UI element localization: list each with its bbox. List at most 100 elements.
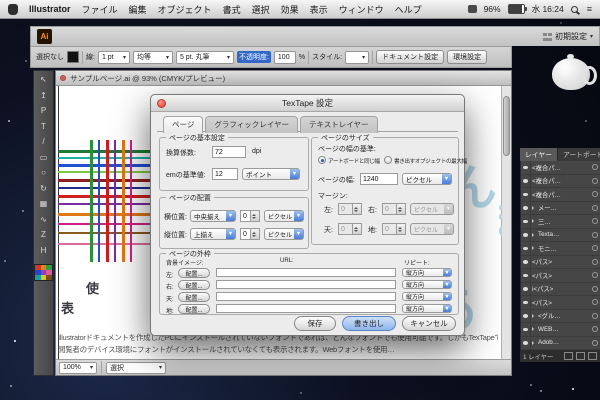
url-input[interactable] — [216, 280, 396, 289]
disclosure-triangle-icon[interactable] — [532, 219, 536, 223]
menu-effect[interactable]: 効果 — [281, 3, 299, 16]
opacity-input[interactable]: 100 — [274, 51, 296, 64]
scrollbar-thumb[interactable] — [503, 96, 510, 156]
target-circle-icon[interactable] — [592, 191, 598, 197]
selection-tool-icon[interactable]: ↖ — [36, 74, 51, 85]
swatch-cell[interactable] — [46, 275, 52, 280]
place-button[interactable]: 配置... — [178, 292, 210, 302]
radio-artboard-width[interactable] — [318, 156, 326, 164]
export-button[interactable]: 書き出し — [342, 316, 396, 331]
visibility-eye-icon[interactable] — [521, 229, 531, 242]
place-button[interactable]: 配置... — [178, 304, 210, 314]
menu-window[interactable]: ウィンドウ — [339, 3, 384, 16]
layer-row[interactable]: Texta… — [521, 229, 600, 243]
zoom-tool-icon[interactable]: Z — [36, 229, 51, 240]
dialog-close-button[interactable] — [157, 99, 166, 108]
layer-row[interactable]: 三… — [521, 215, 600, 229]
repeat-select[interactable]: 縦方向▼ — [402, 268, 452, 277]
url-input[interactable] — [216, 304, 396, 313]
target-circle-icon[interactable] — [592, 178, 598, 184]
menu-view[interactable]: 表示 — [310, 3, 328, 16]
layer-row[interactable]: メー… — [521, 202, 600, 216]
url-input[interactable] — [216, 292, 396, 301]
repeat-select[interactable]: 縦方向▼ — [402, 292, 452, 301]
target-circle-icon[interactable] — [592, 205, 598, 211]
menu-help[interactable]: ヘルプ — [395, 3, 422, 16]
disclosure-triangle-icon[interactable] — [532, 327, 536, 331]
menu-object[interactable]: オブジェクト — [158, 3, 212, 16]
menu-app-name[interactable]: Illustrator — [29, 4, 71, 14]
disclosure-triangle-icon[interactable] — [532, 233, 536, 237]
h-position-select[interactable]: 中央揃え▼ — [190, 210, 236, 222]
fill-stroke-swatch-icon[interactable] — [67, 51, 79, 63]
status-indicator-select[interactable]: 選択 ▾ — [106, 362, 166, 374]
target-circle-icon[interactable] — [592, 272, 598, 278]
document-title-bar[interactable]: サンプルページ.ai @ 93% (CMYK/プレビュー) — [56, 71, 511, 86]
layer-row[interactable]: <複合パ… — [521, 188, 600, 202]
visibility-eye-icon[interactable] — [521, 188, 531, 201]
visibility-eye-icon[interactable] — [521, 256, 531, 269]
battery-icon[interactable] — [508, 4, 525, 14]
ellipse-tool-icon[interactable]: ○ — [36, 167, 51, 178]
radio-object-width[interactable] — [384, 156, 392, 164]
target-circle-icon[interactable] — [592, 218, 598, 224]
target-circle-icon[interactable] — [592, 313, 598, 319]
dialog-title-bar[interactable]: TexTape 設定 — [151, 95, 464, 112]
workspace-switcher[interactable]: 初期設定 ▾ — [543, 31, 593, 42]
page-width-unit-select[interactable]: ピクセル▼ — [402, 173, 452, 185]
save-button[interactable]: 保存 — [294, 316, 336, 331]
visibility-eye-icon[interactable] — [521, 310, 531, 323]
page-width-input[interactable]: 1240 — [360, 173, 398, 185]
document-close-icon[interactable] — [60, 75, 66, 81]
notification-list-icon[interactable]: ≡ — [587, 4, 592, 14]
v-offset-stepper[interactable]: 0 — [240, 228, 260, 240]
target-circle-icon[interactable] — [592, 232, 598, 238]
tab-layers[interactable]: レイヤー — [520, 148, 558, 161]
zoom-level-select[interactable]: 100% ▾ — [59, 362, 97, 374]
layer-row[interactable]: モニ… — [521, 242, 600, 256]
repeat-select[interactable]: 縦方向▼ — [402, 304, 452, 313]
layer-row[interactable]: <グル… — [521, 310, 600, 324]
brush-select[interactable]: 5 pt. 丸筆 ▾ — [176, 51, 234, 64]
opacity-link[interactable]: 不透明度: — [237, 51, 271, 63]
visibility-eye-icon[interactable] — [521, 202, 531, 215]
rotate-tool-icon[interactable]: ↻ — [36, 183, 51, 194]
rectangle-tool-icon[interactable]: ▭ — [36, 152, 51, 163]
visibility-eye-icon[interactable] — [521, 161, 531, 174]
menu-type[interactable]: 書式 — [223, 3, 241, 16]
visibility-eye-icon[interactable] — [521, 269, 531, 282]
h-offset-stepper[interactable]: 0 — [240, 210, 260, 222]
stepper-arrows-icon[interactable] — [250, 211, 259, 221]
tab-graphic-layer[interactable]: グラフィックレイヤー — [205, 116, 298, 133]
stroke-weight-input[interactable]: 1 pt ▾ — [98, 51, 130, 64]
place-button[interactable]: 配置... — [178, 280, 210, 290]
visibility-eye-icon[interactable] — [521, 215, 531, 228]
target-circle-icon[interactable] — [592, 326, 598, 332]
disclosure-triangle-icon[interactable] — [532, 206, 536, 210]
disclosure-triangle-icon[interactable] — [532, 314, 536, 318]
visibility-eye-icon[interactable] — [521, 296, 531, 309]
direct-selection-tool-icon[interactable]: ↥ — [36, 90, 51, 101]
visibility-eye-icon[interactable] — [521, 283, 531, 296]
line-tool-icon[interactable]: / — [36, 136, 51, 147]
layer-row[interactable]: <複合パ… — [521, 175, 600, 189]
hand-tool-icon[interactable]: H — [36, 245, 51, 256]
tab-page[interactable]: ページ — [163, 116, 203, 133]
pen-tool-icon[interactable]: P — [36, 105, 51, 116]
menu-select[interactable]: 選択 — [252, 3, 270, 16]
pencil-tool-icon[interactable]: ∿ — [36, 214, 51, 225]
layer-row[interactable]: Adob… — [521, 337, 600, 351]
menubar-clock[interactable]: 水 16:24 — [532, 3, 564, 15]
v-position-select[interactable]: 上揃え▼ — [190, 228, 236, 240]
layer-row[interactable]: i<パス> — [521, 283, 600, 297]
target-circle-icon[interactable] — [592, 340, 598, 346]
color-swatch-grid[interactable] — [34, 264, 53, 281]
target-circle-icon[interactable] — [592, 164, 598, 170]
v-unit-select[interactable]: ピクセル▼ — [264, 228, 304, 240]
layer-row[interactable]: <複合パ… — [521, 161, 600, 175]
input-source-icon[interactable] — [468, 5, 477, 13]
target-circle-icon[interactable] — [592, 245, 598, 251]
stroke-profile-select[interactable]: 均等 ▾ — [133, 51, 173, 64]
visibility-eye-icon[interactable] — [521, 323, 531, 336]
style-select[interactable]: ▾ — [345, 51, 369, 64]
